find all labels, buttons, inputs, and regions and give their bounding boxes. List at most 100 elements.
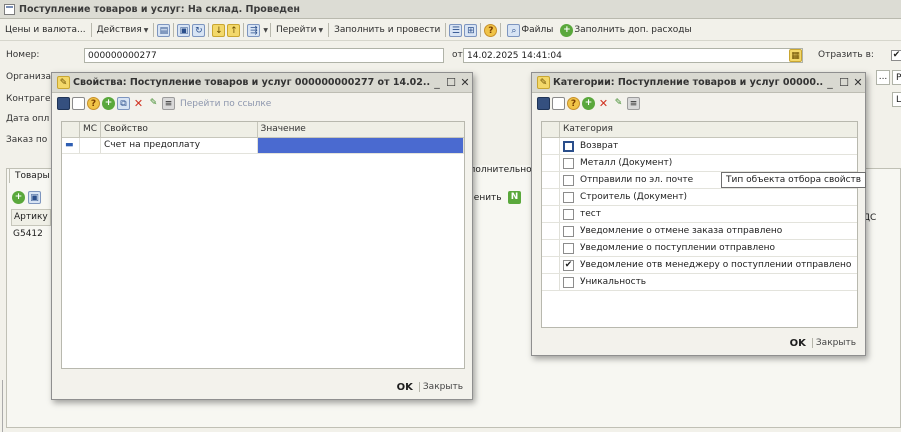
toolbar-separator [173, 23, 175, 37]
toolbar-separator [500, 23, 502, 37]
delete-icon[interactable]: ✕ [132, 97, 145, 110]
n-icon[interactable]: N [508, 191, 521, 204]
add-row-icon[interactable]: + [12, 191, 25, 204]
post-icon[interactable]: ▣ [177, 23, 191, 37]
row-spacer [542, 223, 560, 239]
fill-post-button[interactable]: Заполнить и провести [331, 22, 443, 39]
category-cell[interactable]: Уведомление о отмене заказа отправлено [560, 223, 857, 239]
category-checkbox[interactable] [563, 140, 574, 152]
list-icon[interactable]: ≡ [627, 97, 640, 110]
header-ms: МС [80, 122, 101, 137]
category-label: тест [580, 209, 601, 219]
add-icon[interactable]: + [582, 97, 595, 110]
minimize-icon[interactable]: _ [430, 76, 444, 89]
close-icon[interactable]: ✕ [458, 76, 472, 89]
right-field-c[interactable]: Ц [892, 92, 901, 107]
grid-header: МС Свойство Значение [62, 122, 464, 138]
category-cell[interactable]: Строитель (Документ) [560, 189, 857, 205]
category-checkbox[interactable] [563, 208, 574, 220]
date-field[interactable]: 14.02.2025 14:41:04 [463, 48, 803, 63]
maximize-icon[interactable]: ☐ [837, 76, 851, 89]
close-button[interactable]: Закрыть [811, 338, 859, 348]
cell-property[interactable]: Счет на предоплату [101, 138, 258, 153]
edit-icon[interactable]: ✎ [147, 97, 160, 110]
right-field-p[interactable]: Р [892, 70, 901, 85]
reflect-checkbox[interactable]: ✔ [891, 50, 901, 61]
refresh-icon[interactable]: ↻ [192, 23, 206, 37]
doc-down-icon[interactable]: ↓ [212, 23, 226, 37]
row-spacer [542, 155, 560, 171]
table-icon[interactable]: ⊞ [464, 23, 478, 37]
help-icon[interactable]: ? [567, 97, 580, 110]
ok-button[interactable]: OK [786, 338, 810, 349]
maximize-icon[interactable]: ☐ [444, 76, 458, 89]
list-item[interactable]: Металл (Документ) [542, 155, 857, 172]
fill-costs-button[interactable]: + Заполнить доп. расходы [556, 22, 694, 39]
list-item[interactable]: Уведомление о отмене заказа отправлено [542, 223, 857, 240]
help-icon[interactable]: ? [87, 97, 100, 110]
category-cell[interactable]: Уникальность [560, 274, 857, 290]
main-title-text: Поступление товаров и услуг: На склад. П… [19, 3, 300, 15]
category-label: Возврат [580, 141, 619, 151]
window-edge [0, 380, 3, 432]
goto-menu[interactable]: Перейти ▼ [273, 22, 326, 39]
row-spacer [542, 138, 560, 154]
minimize-icon[interactable]: _ [823, 76, 837, 89]
select-button[interactable]: ... [876, 70, 890, 85]
follow-link-button[interactable]: Перейти по ссылке [180, 99, 271, 109]
dialog-icon: ✎ [57, 76, 70, 89]
table-row[interactable]: ▬ Счет на предоплату [62, 138, 464, 154]
cell-value[interactable] [258, 138, 464, 153]
save-icon[interactable] [537, 97, 550, 110]
list-item[interactable]: ✔ Уведомление отв менеджеру о поступлении… [542, 257, 857, 274]
add-icon[interactable]: + [102, 97, 115, 110]
list-item[interactable]: тест [542, 206, 857, 223]
category-checkbox[interactable] [563, 174, 574, 186]
tab-extra[interactable]: ополнительно [463, 165, 533, 175]
list-icon[interactable]: ☰ [449, 23, 463, 37]
edit-icon[interactable]: ✎ [612, 97, 625, 110]
category-checkbox[interactable] [563, 157, 574, 169]
prices-button[interactable]: Цены и валюта... [2, 22, 89, 39]
document-icon[interactable] [552, 97, 565, 110]
category-cell[interactable]: тест [560, 206, 857, 222]
cell-ms[interactable] [80, 138, 101, 153]
document-icon[interactable] [72, 97, 85, 110]
actions-menu[interactable]: Действия ▼ [94, 22, 152, 39]
number-field[interactable]: 000000000277 [84, 48, 444, 63]
chevron-down-icon: ▼ [143, 26, 149, 34]
tab-goods[interactable]: Товары [9, 168, 56, 183]
category-list: Возврат Металл (Документ) Отправили по эл.… [542, 138, 857, 291]
save-icon[interactable] [57, 97, 70, 110]
list-item[interactable]: Возврат [542, 138, 857, 155]
print-icon[interactable]: ▤ [157, 23, 171, 37]
help-icon[interactable]: ? [484, 23, 498, 37]
category-cell[interactable]: Возврат [560, 138, 857, 154]
files-button[interactable]: ⌕ Файлы [503, 22, 556, 39]
category-checkbox[interactable] [563, 191, 574, 203]
copy-row-icon[interactable]: ▣ [28, 191, 41, 204]
properties-footer: OK Закрыть [393, 379, 466, 395]
properties-title-bar: ✎ Свойства: Поступление товаров и услуг … [52, 73, 472, 93]
category-checkbox[interactable] [563, 276, 574, 288]
category-checkbox[interactable]: ✔ [563, 259, 574, 271]
list-item[interactable]: Уникальность [542, 274, 857, 291]
header-spacer [542, 122, 560, 137]
close-icon[interactable]: ✕ [851, 76, 865, 89]
structure-icon[interactable]: ⇶ [247, 23, 261, 37]
category-cell[interactable]: Уведомление о поступлении отправлено [560, 240, 857, 256]
ok-button[interactable]: OK [393, 382, 417, 393]
copy-icon[interactable]: ⧉ [117, 97, 130, 110]
category-cell[interactable]: Металл (Документ) [560, 155, 857, 171]
calendar-icon[interactable]: ▦ [789, 49, 802, 62]
close-button[interactable]: Закрыть [418, 382, 466, 392]
category-checkbox[interactable] [563, 242, 574, 254]
list-icon[interactable]: ≡ [162, 97, 175, 110]
delete-icon[interactable]: ✕ [597, 97, 610, 110]
list-item[interactable]: Строитель (Документ) [542, 189, 857, 206]
category-cell[interactable]: ✔ Уведомление отв менеджеру о поступлении… [560, 257, 857, 273]
list-item[interactable]: Уведомление о поступлении отправлено [542, 240, 857, 257]
row-spacer [542, 240, 560, 256]
doc-up-icon[interactable]: ↑ [227, 23, 241, 37]
category-checkbox[interactable] [563, 225, 574, 237]
